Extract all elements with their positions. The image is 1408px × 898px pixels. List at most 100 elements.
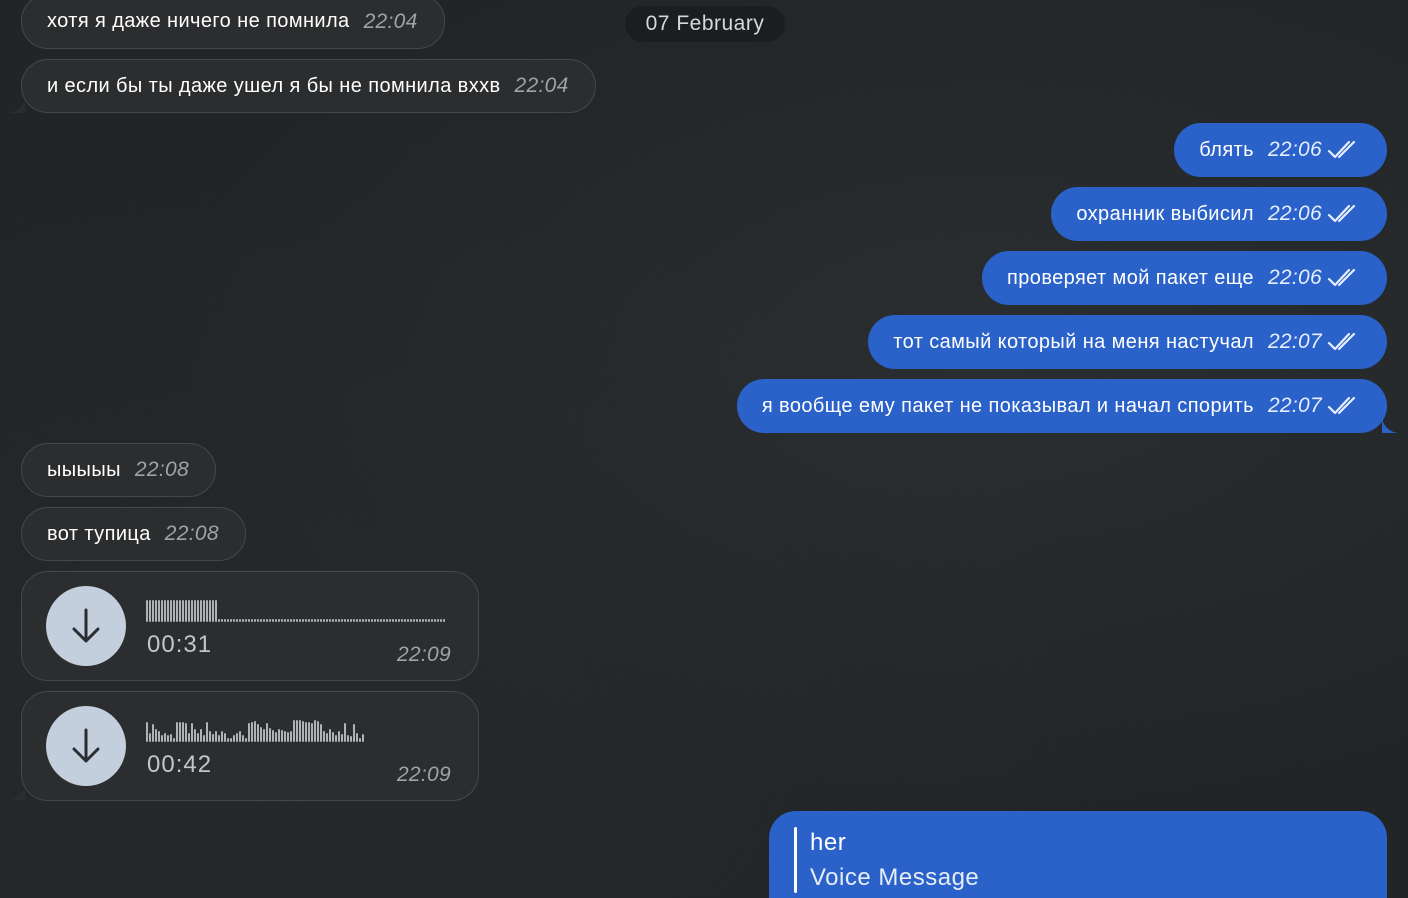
double-check-icon xyxy=(1327,395,1359,417)
message-bubble-outgoing[interactable]: я вообще ему пакет не показывал и начал … xyxy=(736,379,1387,433)
waveform-bar xyxy=(302,619,304,622)
waveform-bar xyxy=(254,721,256,742)
waveform-bar xyxy=(146,722,148,742)
voice-waveform[interactable] xyxy=(146,599,446,622)
message-time: 22:04 xyxy=(363,9,418,33)
waveform-bar xyxy=(389,619,391,622)
waveform-bar xyxy=(365,619,367,622)
waveform-bar xyxy=(266,723,268,742)
waveform-bar xyxy=(290,731,292,742)
date-separator-label: 07 February xyxy=(645,12,765,35)
message-bubble-outgoing[interactable]: охранник выбисил 22:06 xyxy=(1051,187,1387,241)
message-bubble-incoming[interactable]: вот тупица 22:08 xyxy=(21,507,246,561)
waveform-bar xyxy=(203,735,205,742)
voice-message[interactable]: 00:42 22:09 xyxy=(21,691,479,801)
waveform-bar xyxy=(335,619,337,622)
waveform-bar xyxy=(269,619,271,622)
waveform-bar xyxy=(296,720,298,742)
waveform-bar xyxy=(251,619,253,622)
waveform-bar xyxy=(263,729,265,742)
waveform-bar xyxy=(404,619,406,622)
message-time: 22:09 xyxy=(396,643,451,666)
waveform-bar xyxy=(353,724,355,742)
waveform-bar xyxy=(152,724,154,742)
message-text: тот самый который на меня настучал xyxy=(893,330,1254,353)
message-bubble-outgoing[interactable]: проверяет мой пакет еще 22:06 xyxy=(982,251,1387,305)
waveform-bar xyxy=(197,600,199,622)
message-text: ыыыыы xyxy=(47,458,121,481)
waveform-bar xyxy=(395,619,397,622)
waveform-bar xyxy=(278,729,280,742)
waveform-bar xyxy=(311,723,313,742)
waveform-bar xyxy=(332,619,334,622)
waveform-bar xyxy=(218,735,220,742)
waveform-bar xyxy=(284,619,286,622)
waveform-bar xyxy=(221,731,223,742)
message-time: 22:07 xyxy=(1267,394,1322,417)
waveform-bar xyxy=(293,619,295,622)
waveform-bar xyxy=(200,729,202,742)
waveform-bar xyxy=(203,600,205,622)
waveform-bar xyxy=(323,731,325,742)
waveform-bar xyxy=(323,619,325,622)
message-bubble-outgoing-reply[interactable]: her Voice Message xyxy=(769,811,1387,898)
waveform-bar xyxy=(362,734,364,742)
waveform-bar xyxy=(308,722,310,742)
waveform-bar xyxy=(233,619,235,622)
waveform-bar xyxy=(164,600,166,622)
waveform-bar xyxy=(221,619,223,622)
waveform-bar xyxy=(338,731,340,742)
message-bubble-outgoing[interactable]: тот самый который на меня настучал 22:07 xyxy=(868,315,1387,369)
download-button[interactable] xyxy=(46,586,126,666)
message-bubble-incoming[interactable]: и если бы ты даже ушел я бы не помнила в… xyxy=(21,59,596,113)
waveform-bar xyxy=(296,619,298,622)
waveform-bar xyxy=(170,734,172,742)
waveform-bar xyxy=(167,600,169,622)
waveform-bar xyxy=(155,729,157,742)
date-separator: 07 February xyxy=(625,6,785,42)
waveform-bar xyxy=(230,738,232,742)
waveform-bar xyxy=(347,735,349,742)
waveform-bar xyxy=(425,619,427,622)
waveform-bar xyxy=(314,720,316,742)
waveform-bar xyxy=(380,619,382,622)
reply-preview: Voice Message xyxy=(810,864,980,891)
waveform-bar xyxy=(233,735,235,742)
message-text: хотя я даже ничего не помнила xyxy=(47,10,350,32)
waveform-bar xyxy=(278,619,280,622)
waveform-bar xyxy=(374,619,376,622)
download-arrow-icon xyxy=(72,608,100,643)
waveform-bar xyxy=(176,600,178,622)
download-button[interactable] xyxy=(46,706,126,786)
waveform-bar xyxy=(293,720,295,742)
reply-author: her xyxy=(810,829,847,856)
message-text: охранник выбисил xyxy=(1076,202,1254,225)
waveform-bar xyxy=(320,724,322,742)
voice-message[interactable]: 00:31 22:09 xyxy=(21,571,479,681)
reply-quote-bar xyxy=(794,827,797,893)
waveform-bar xyxy=(299,619,301,622)
waveform-bar xyxy=(242,619,244,622)
waveform-bar xyxy=(299,720,301,742)
voice-waveform[interactable] xyxy=(146,719,446,742)
message-bubble-outgoing[interactable]: блять 22:06 xyxy=(1174,123,1387,177)
waveform-bar xyxy=(236,733,238,742)
waveform-bar xyxy=(215,731,217,742)
waveform-bar xyxy=(212,600,214,622)
waveform-bar xyxy=(230,619,232,622)
waveform-bar xyxy=(302,721,304,742)
waveform-bar xyxy=(326,733,328,742)
waveform-bar xyxy=(317,619,319,622)
message-bubble-incoming[interactable]: хотя я даже ничего не помнила 22:04 xyxy=(21,0,445,49)
waveform-bar xyxy=(260,619,262,622)
waveform-bar xyxy=(218,619,220,622)
waveform-bar xyxy=(245,738,247,742)
message-text: вот тупица xyxy=(47,522,151,545)
waveform-bar xyxy=(392,619,394,622)
waveform-bar xyxy=(158,731,160,742)
message-time: 22:07 xyxy=(1267,330,1322,353)
message-bubble-incoming[interactable]: ыыыыы 22:08 xyxy=(21,443,216,497)
waveform-bar xyxy=(161,735,163,742)
waveform-bar xyxy=(257,724,259,742)
waveform-bar xyxy=(176,722,178,742)
